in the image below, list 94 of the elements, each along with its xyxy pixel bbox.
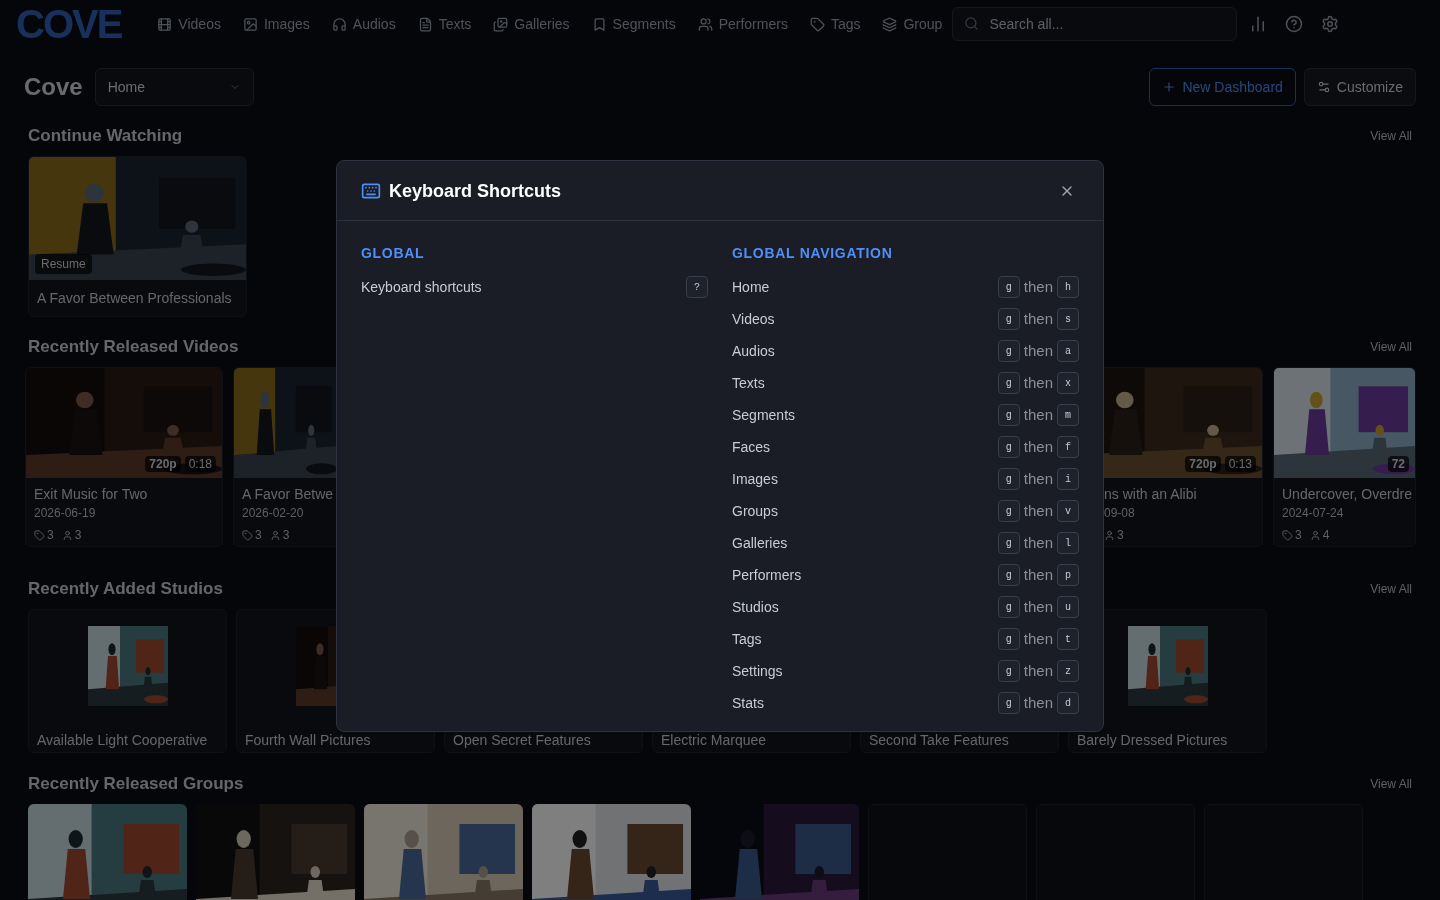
key-cap: m [1057,404,1079,426]
key-cap: x [1057,372,1079,394]
then-label: then [1023,404,1053,425]
shortcut-label: Settings [732,662,783,681]
then-label: then [1023,628,1053,649]
resolution-label: 72 [1387,456,1409,472]
studio-name: Barely Dressed Pictures [1077,731,1228,750]
tag-count: 3 [1295,527,1302,543]
section-heading: Recently Released Groups [28,773,244,796]
video-date: 2026-02-20 [242,505,304,521]
shortcut-label: Stats [732,694,764,713]
key-cap: z [1057,660,1079,682]
shortcut-label: Videos [732,310,775,329]
key-cap: g [997,468,1020,490]
key-cap: ? [686,276,708,298]
studio-name: Second Take Features [869,731,1009,750]
shortcut-label: Texts [732,374,765,393]
video-title: A Favor Between Professionals [36,289,233,308]
key-cap: g [997,596,1020,618]
key-cap: g [997,564,1020,586]
then-label: then [1023,500,1053,521]
shortcut-label: Galleries [732,534,788,553]
key-cap: f [1057,436,1079,458]
key-cap: v [1057,500,1079,522]
performer-count: 3 [74,527,82,543]
then-label: then [1023,372,1053,393]
key-cap: g [997,276,1020,298]
performer-count: 4 [1322,527,1330,543]
then-label: then [1023,532,1053,553]
key-cap: h [1057,276,1079,298]
studio-name: Available Light Cooperative [37,731,208,750]
resume-label: Resume [35,254,92,274]
then-label: then [1023,660,1053,681]
video-date: 09-08 [1104,505,1135,521]
studio-name: Electric Marquee [661,731,767,750]
shortcut-label: Tags [732,630,762,649]
section-heading: Recently Added Studios [28,578,223,601]
then-label: then [1023,596,1053,617]
key-cap: s [1057,308,1079,330]
shortcut-label: Studios [732,598,779,617]
video-title: Undercover, Overdre [1282,485,1413,504]
key-cap: g [997,404,1020,426]
key-cap: g [997,340,1020,362]
key-cap: g [997,372,1020,394]
studio-name: Fourth Wall Pictures [245,731,371,750]
shortcut-label: Faces [732,438,771,457]
shortcut-label: Segments [732,406,796,425]
shortcut-label: Groups [732,502,778,521]
key-cap: i [1057,468,1079,490]
studio-name: Open Secret Features [453,731,591,750]
key-cap: g [997,660,1020,682]
then-label: then [1023,308,1053,329]
then-label: then [1023,340,1053,361]
duration-label: 0:13 [1224,456,1256,472]
key-cap: g [997,308,1020,330]
shortcut-label: Audios [732,342,775,361]
then-label: then [1023,468,1053,489]
tag-count: 3 [255,527,262,543]
video-title: A Favor Betwe [242,485,335,504]
then-label: then [1023,564,1053,585]
page-title: Cove [24,72,83,102]
key-cap: g [997,436,1020,458]
dialog-title: Keyboard Shortcuts [389,179,562,203]
then-label: then [1023,276,1053,297]
key-cap: d [1057,692,1079,714]
then-label: then [1023,692,1053,713]
shortcut-label: Performers [732,566,802,585]
resolution-label: 720p [145,456,181,472]
key-cap: g [997,692,1020,714]
key-cap: g [997,532,1020,554]
performer-count: 3 [1117,527,1124,543]
key-cap: t [1057,628,1079,650]
shortcut-label: Home [732,278,770,297]
key-cap: g [997,500,1020,522]
group-heading: GLOBAL NAVIGATION [732,245,894,261]
shortcut-label: Keyboard shortcuts [361,278,482,297]
group-heading: GLOBAL [361,245,426,261]
then-label: then [1023,436,1053,457]
video-title: ns with an Alibi [1104,485,1198,504]
key-cap: a [1057,340,1079,362]
section-heading: Continue Watching [28,125,183,148]
tag-count: 3 [47,527,54,543]
resolution-label: 720p [1185,456,1221,472]
key-cap: p [1057,564,1079,586]
video-date: 2026-06-19 [34,505,96,521]
section-heading: Recently Released Videos [28,336,239,359]
video-date: 2024-07-24 [1282,505,1344,521]
key-cap: l [1057,532,1079,554]
key-cap: u [1057,596,1079,618]
video-title: Exit Music for Two [34,485,149,504]
shortcut-label: Images [732,470,778,489]
performer-count: 3 [282,527,290,543]
key-cap: g [997,628,1020,650]
duration-label: 0:18 [184,456,216,472]
